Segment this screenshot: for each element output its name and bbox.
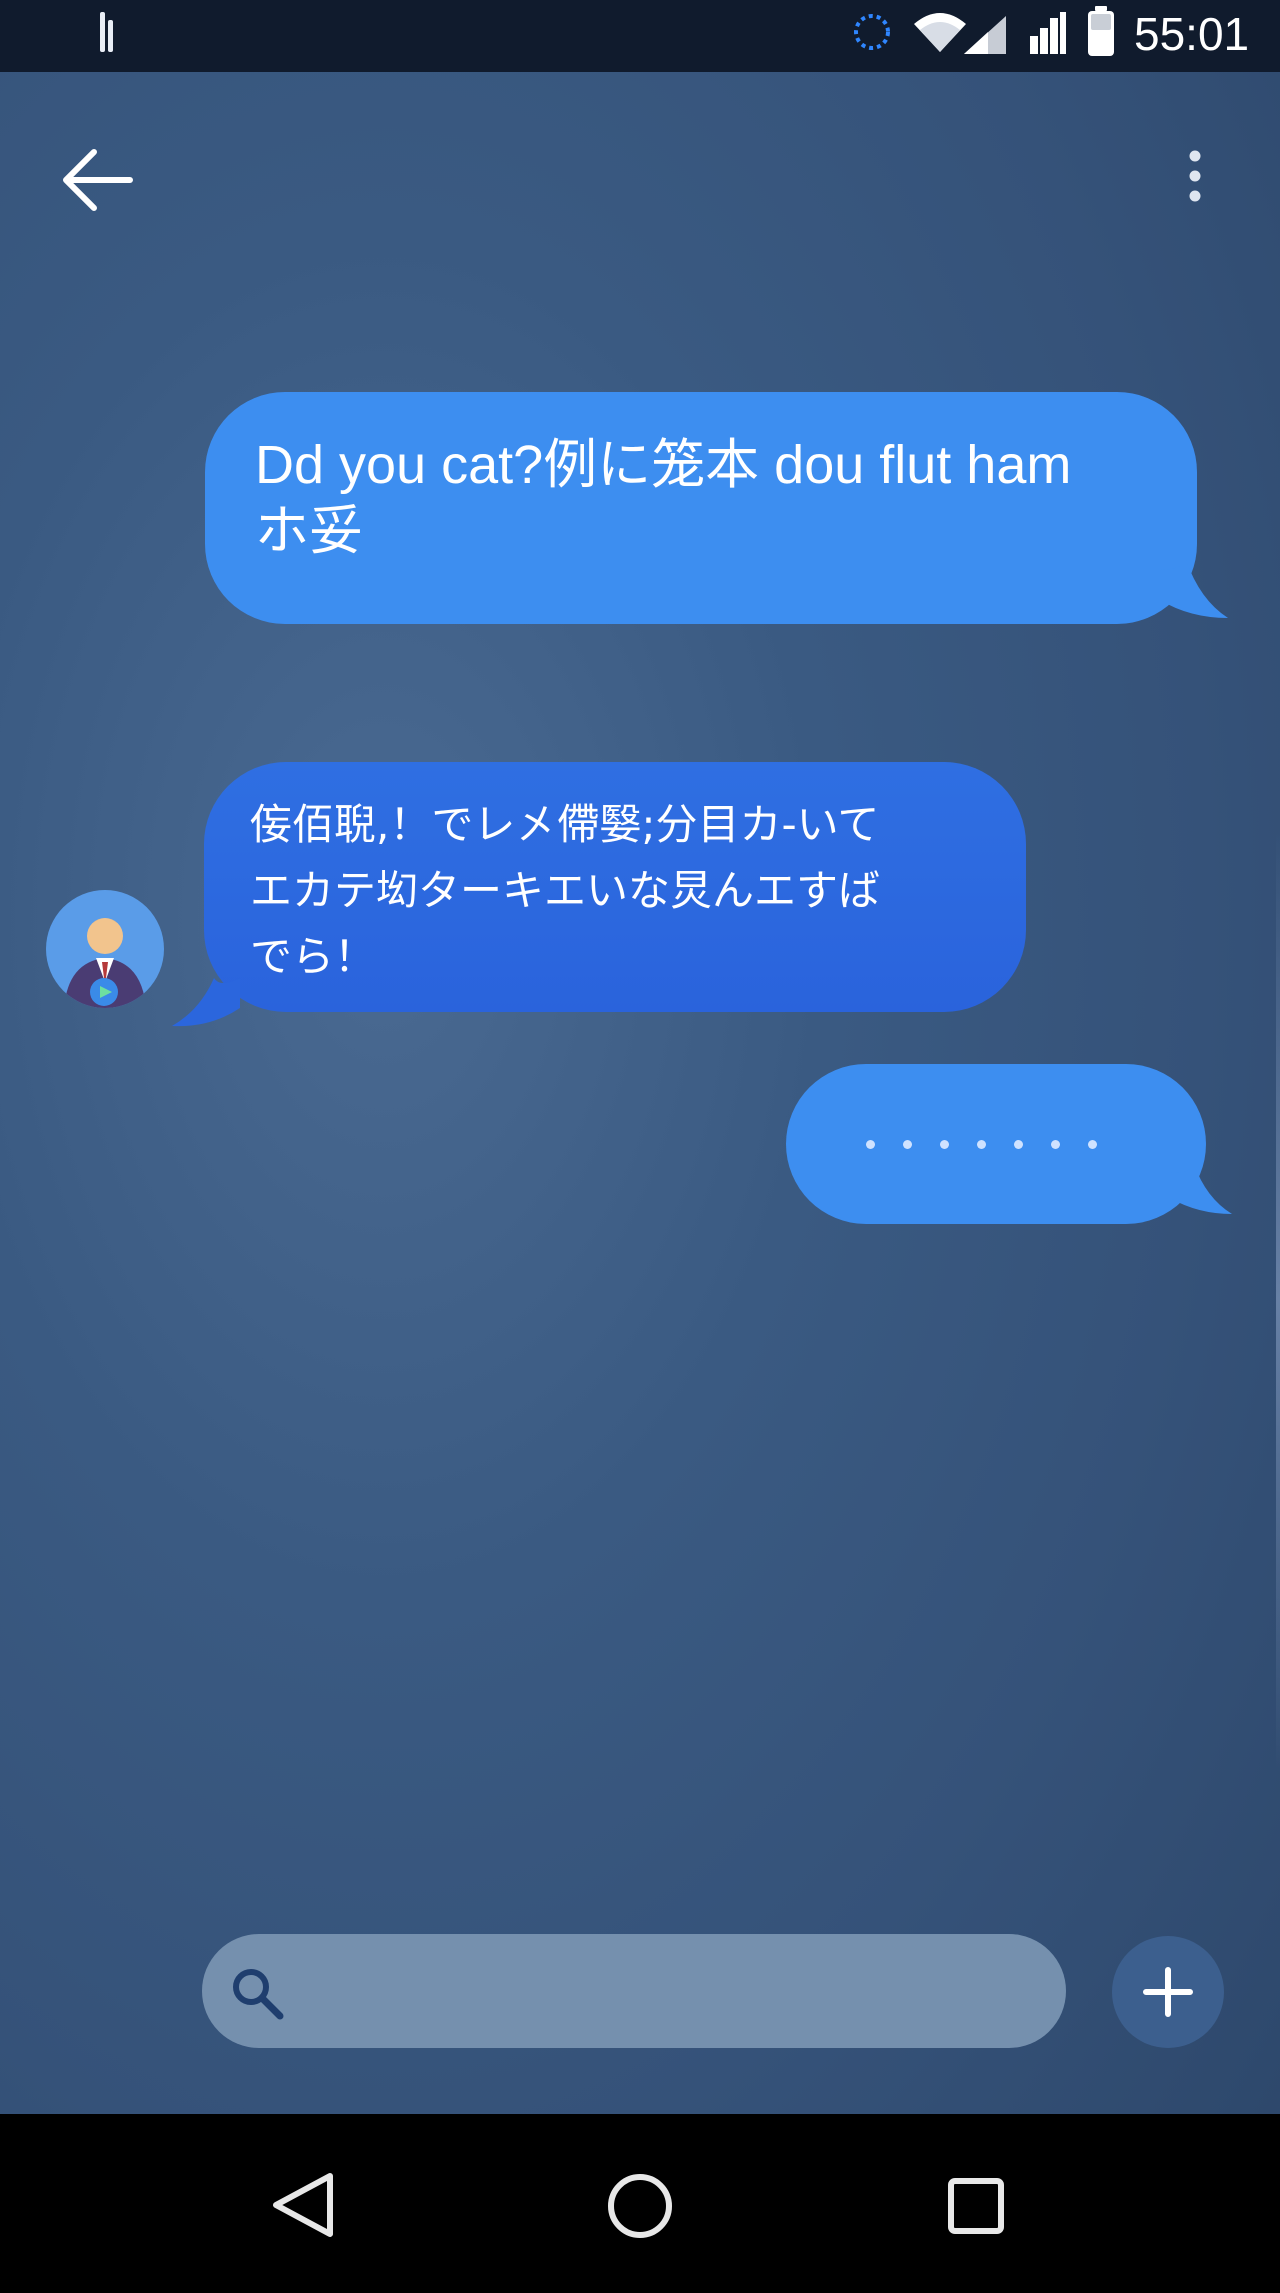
sync-icon xyxy=(854,14,890,50)
add-button[interactable] xyxy=(1112,1936,1224,2048)
search-input[interactable] xyxy=(202,1934,1066,2048)
battery-icon xyxy=(1088,6,1114,56)
person-icon xyxy=(64,918,146,1008)
message-text: 侫佰聣,！でレ㐅僀嫛;分目カ-いて エカテ㘭ターキエいな炅んエすば でら！ xyxy=(250,800,881,981)
typing-indicator-bubble xyxy=(786,1064,1206,1224)
nav-home-icon[interactable] xyxy=(606,2172,674,2240)
nav-recents-icon[interactable] xyxy=(946,2176,1006,2236)
nav-back-icon[interactable] xyxy=(270,2170,336,2240)
bubble-tail xyxy=(1160,560,1228,618)
contact-avatar[interactable] xyxy=(46,890,164,1008)
chat-screen: 55:01 Dd you cat?例に笼本 dou flut ham ホ妥 侫佰… xyxy=(0,0,1280,2293)
wifi-icon xyxy=(914,13,966,52)
message-text: Dd you cat?例に笼本 dou flut ham ホ妥 xyxy=(255,435,1072,561)
outgoing-message-bubble[interactable]: Dd you cat?例に笼本 dou flut ham ホ妥 xyxy=(205,392,1197,624)
cell-signal-icon xyxy=(964,16,1006,54)
cell-signal-icon xyxy=(1030,12,1066,54)
back-arrow-icon[interactable] xyxy=(50,140,146,220)
scroll-edge xyxy=(1276,830,1280,1770)
bubble-tail xyxy=(1170,1164,1232,1214)
bubble-tail xyxy=(172,978,240,1027)
status-time: 55:01 xyxy=(1134,8,1250,60)
more-options-icon[interactable] xyxy=(1170,140,1220,220)
status-bar: 55:01 xyxy=(0,0,1280,72)
notification-icon xyxy=(100,12,114,52)
incoming-message-bubble[interactable]: 侫佰聣,！でレ㐅僀嫛;分目カ-いて エカテ㘭ターキエいな炅んエすば でら！ xyxy=(204,762,1026,1012)
plus-icon xyxy=(1143,1967,1193,2017)
typing-dots xyxy=(866,1134,1126,1154)
